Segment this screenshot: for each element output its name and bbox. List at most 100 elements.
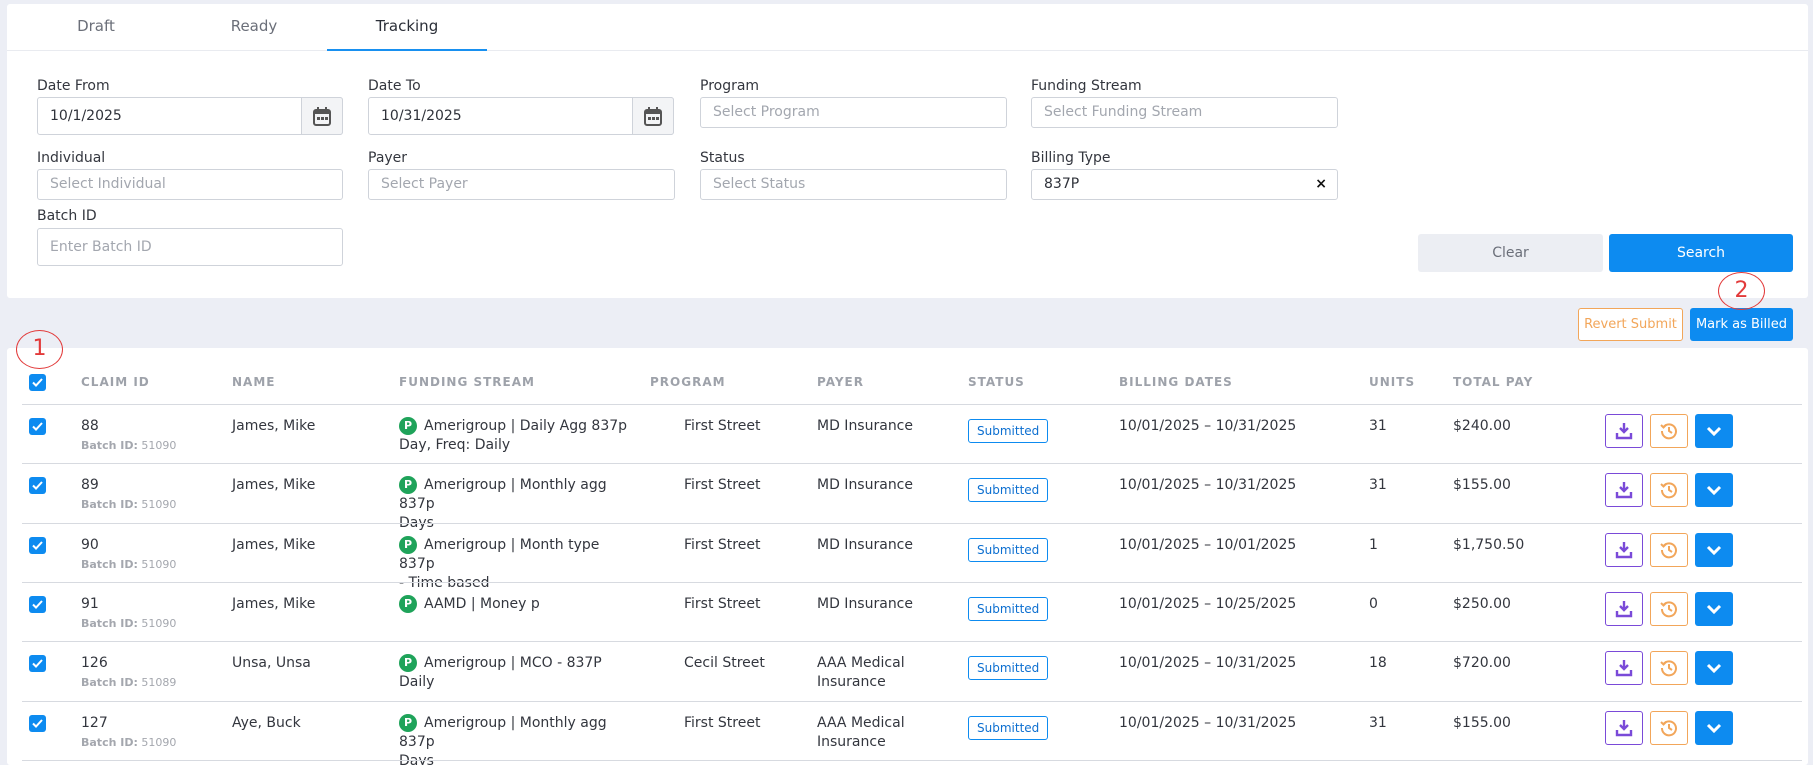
row-checkbox[interactable] [29,536,46,554]
funding-stream-line2: Days [399,752,434,765]
expand-row-button[interactable] [1695,591,1733,626]
billing-type-select[interactable]: 837P × [1031,169,1338,200]
claim-id: 89 [81,477,99,494]
expand-row-button[interactable] [1695,532,1733,567]
payer-line1: MD Insurance [817,595,913,612]
individual-select[interactable]: Select Individual [37,169,343,200]
payer-select[interactable]: Select Payer [368,169,675,200]
program-name: First Street [684,714,761,731]
total-pay: $720.00 [1453,655,1511,672]
date-from-calendar-button[interactable] [301,97,343,135]
clear-button[interactable]: Clear [1418,234,1603,272]
select-all-checkbox[interactable] [29,374,46,391]
billing-dates: 10/01/2025 – 10/01/2025 [1119,536,1297,553]
individual-name: Unsa, Unsa [232,655,311,672]
payer-name: AAA Medical Insurance [817,714,905,752]
download-icon [1615,600,1633,618]
download-button[interactable] [1605,651,1643,686]
chevron-down-icon [1706,426,1722,436]
annotation-marker-1: 1 [16,330,63,369]
download-button[interactable] [1605,710,1643,745]
row-checkbox[interactable] [29,714,46,732]
expand-row-button[interactable] [1695,710,1733,745]
batch-id-label: Batch ID: [81,557,138,571]
program-type-badge: P [399,594,417,613]
filter-card: Draft Ready Tracking Date From 10/1/2025… [7,4,1808,298]
individual-label: Individual [37,150,106,166]
program-type-badge: P [399,476,417,495]
download-button[interactable] [1605,591,1643,626]
funding-stream: P Amerigroup | Monthly agg 837p Days [399,476,639,533]
history-button[interactable] [1650,710,1688,745]
batch-id-value: 51090 [141,735,177,749]
date-to-calendar-button[interactable] [632,97,674,135]
claims-table: CLAIM ID NAME FUNDING STREAM PROGRAM PAY… [7,348,1808,765]
batch-id-label: Batch ID: [81,616,138,630]
payer-name: MD Insurance [817,536,913,555]
history-button[interactable] [1650,473,1688,508]
row-checkbox[interactable] [29,655,46,673]
tab-ready[interactable]: Ready [174,4,334,51]
batch-id-value: 51090 [141,616,177,630]
search-button[interactable]: Search [1609,234,1793,272]
status-badge: Submitted [968,715,1049,740]
funding-stream-select[interactable]: Select Funding Stream [1031,97,1338,128]
download-button[interactable] [1605,473,1643,508]
history-button[interactable] [1650,414,1688,448]
tab-tracking[interactable]: Tracking [327,4,487,51]
check-icon [32,378,43,387]
header-status: STATUS [968,375,1025,389]
expand-row-button[interactable] [1695,651,1733,686]
units: 1 [1369,536,1378,553]
tab-draft[interactable]: Draft [16,4,176,51]
batch-id: Batch ID: 51089 [81,676,176,689]
header-program: PROGRAM [650,375,726,389]
chevron-down-icon [1706,664,1722,674]
units: 31 [1369,714,1387,731]
total-pay: $1,750.50 [1453,536,1525,553]
date-to-label: Date To [368,78,421,94]
mark-as-billed-button[interactable]: Mark as Billed [1690,308,1793,341]
expand-row-button[interactable] [1695,473,1733,508]
status-select[interactable]: Select Status [700,169,1007,200]
billing-dates: 10/01/2025 – 10/31/2025 [1119,477,1297,494]
individual-name: James, Mike [232,595,316,612]
funding-stream: P Amerigroup | MCO - 837P Daily [399,654,639,692]
total-pay: $250.00 [1453,595,1511,612]
status-badge: Submitted [968,537,1049,562]
total-pay: $155.00 [1453,477,1511,494]
history-button[interactable] [1650,651,1688,686]
history-button[interactable] [1650,532,1688,567]
program-select[interactable]: Select Program [700,97,1007,128]
chevron-down-icon [1706,486,1722,496]
batch-id: Batch ID: 51090 [81,736,176,749]
individual-name: James, Mike [232,477,316,494]
batch-id-label: Batch ID: [81,498,138,512]
individual-name: James, Mike [232,418,316,434]
status-badge: Submitted [968,419,1049,443]
download-button[interactable] [1605,532,1643,567]
history-button[interactable] [1650,591,1688,626]
payer-line1: AAA Medical [817,714,905,731]
check-icon [32,540,43,550]
program-name: First Street [684,595,761,612]
funding-stream: P Amerigroup | Daily Agg 837p Day, Freq: D… [399,417,639,455]
expand-row-button[interactable] [1695,414,1733,448]
row-checkbox[interactable] [29,595,46,613]
batch-id: Batch ID: 51090 [81,558,176,571]
download-button[interactable] [1605,414,1643,448]
header-total-pay: TOTAL PAY [1453,375,1534,389]
row-checkbox[interactable] [29,418,46,435]
revert-submit-button[interactable]: Revert Submit [1578,308,1683,341]
row-checkbox[interactable] [29,477,46,495]
funding-stream-line1: Amerigroup | MCO - 837P Daily [399,655,602,691]
date-from-input[interactable]: 10/1/2025 [37,97,343,135]
batch-id-input[interactable]: Enter Batch ID [37,228,343,266]
batch-id: Batch ID: 51090 [81,439,176,452]
date-to-input[interactable]: 10/31/2025 [368,97,674,135]
header-billing-dates: BILLING DATES [1119,375,1233,389]
funding-stream-line1: Amerigroup | Month type 837p [399,536,600,572]
program-name: First Street [684,536,761,553]
status-badge: Submitted [968,478,1049,503]
clear-billing-type-icon[interactable]: × [1315,170,1327,199]
